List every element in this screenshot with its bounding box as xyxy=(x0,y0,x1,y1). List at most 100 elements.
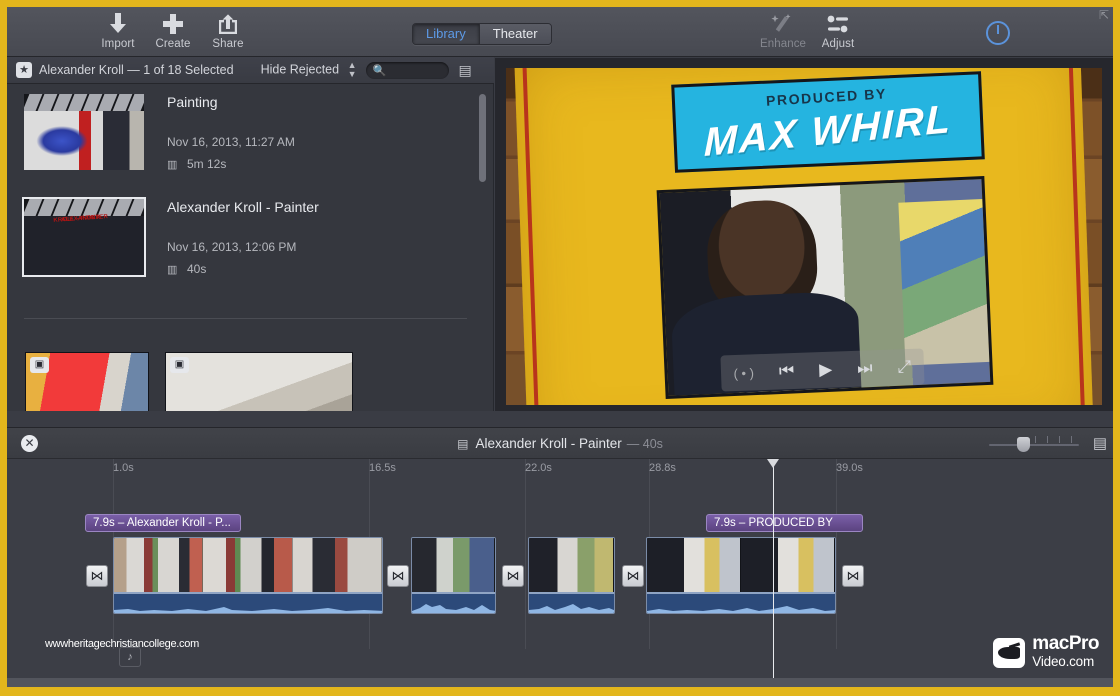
clip-audio-waveform xyxy=(114,592,382,613)
event-name: Painting xyxy=(167,94,467,110)
hide-rejected-label: Hide Rejected xyxy=(261,62,340,76)
clip-title-label[interactable]: 7.9s – Alexander Kroll - P... xyxy=(85,514,241,532)
event-date: Nov 16, 2013, 11:27 AM xyxy=(167,135,295,149)
list-divider xyxy=(24,318,467,319)
ruler-tick-label: 22.0s xyxy=(525,462,552,474)
rewind-icon[interactable]: ⏮ xyxy=(778,361,794,382)
library-header: ★ Alexander Kroll — 1 of 18 Selected Hid… xyxy=(7,57,494,84)
adjust-button[interactable]: Adjust xyxy=(807,11,869,55)
clip-video-thumbnails xyxy=(529,538,614,592)
clip-video-thumbnails xyxy=(114,538,382,592)
ruler-tick-label: 1.0s xyxy=(113,462,134,474)
timeline-clip[interactable] xyxy=(411,537,496,614)
music-note-icon[interactable]: ♪ xyxy=(119,647,141,667)
timeline-horizontal-scrollbar[interactable] xyxy=(7,678,1113,687)
ruler-tick-label: 16.5s xyxy=(369,462,396,474)
event-thumbnail[interactable]: ALEXANDER KROLL - PAINTER xyxy=(24,199,144,275)
enhance-label: Enhance xyxy=(760,38,806,50)
library-title: Alexander Kroll — 1 of 18 Selected xyxy=(39,63,234,77)
zoom-slider-knob[interactable] xyxy=(1017,437,1030,452)
library-event-list[interactable]: Painting Nov 16, 2013, 11:27 AM ▥ 5m 12s… xyxy=(7,84,494,411)
transition-icon[interactable]: ⋈ xyxy=(842,565,864,587)
tab-theater[interactable]: Theater xyxy=(479,24,551,44)
ruler-tick-label: 39.0s xyxy=(836,462,863,474)
hide-rejected-dropdown[interactable]: Hide Rejected ▲▼ xyxy=(261,61,357,79)
search-input[interactable]: 🔍 xyxy=(366,62,449,79)
timeline-clip[interactable] xyxy=(113,537,383,614)
zoom-slider-track xyxy=(989,444,1079,446)
main-toolbar: Import Create Share Library Theater xyxy=(7,7,1113,57)
playhead[interactable] xyxy=(773,459,774,687)
clip-audio-waveform xyxy=(529,592,614,613)
clip-video-thumbnails xyxy=(412,538,495,592)
timeline-zoom-slider[interactable] xyxy=(989,435,1079,451)
timeline-clip[interactable] xyxy=(646,537,836,614)
search-icon: 🔍 xyxy=(372,64,386,77)
project-title-bar: ▤ Alexander Kroll - Painter — 40s xyxy=(7,436,1113,451)
import-label: Import xyxy=(101,38,134,50)
loop-icon[interactable]: ( • ) xyxy=(733,365,754,381)
transition-icon[interactable]: ⋈ xyxy=(86,565,108,587)
plus-icon xyxy=(162,11,184,37)
play-icon[interactable]: ▶ xyxy=(818,360,832,380)
timeline-ruler[interactable]: 1.0s 16.5s 22.0s 28.8s 39.0s xyxy=(7,459,1113,481)
share-box-icon xyxy=(217,11,239,37)
magic-wand-icon xyxy=(771,11,795,37)
adjust-label: Adjust xyxy=(822,38,855,50)
star-badge-icon: ★ xyxy=(16,62,32,78)
library-scrollbar[interactable] xyxy=(479,94,486,182)
video-preview[interactable]: PRODUCED BY MAX WHIRL ( • ) ⏮ ▶ ⏭ ⤢ xyxy=(495,58,1113,411)
library-theater-toggle[interactable]: Library Theater xyxy=(412,23,552,45)
library-divider-line xyxy=(493,84,494,411)
download-arrow-icon xyxy=(108,11,128,37)
create-label: Create xyxy=(155,38,190,50)
create-button[interactable]: Create xyxy=(142,11,204,55)
photo-thumbnail[interactable]: ▣ xyxy=(25,352,149,411)
event-preview-image xyxy=(24,111,144,170)
event-meta: Alexander Kroll - Painter Nov 16, 2013, … xyxy=(167,199,467,215)
filmstrip-small-icon: ▥ xyxy=(167,158,177,171)
project-title: Alexander Kroll - Painter xyxy=(475,436,621,451)
share-label: Share xyxy=(212,38,243,50)
clip-title-label[interactable]: 7.9s – PRODUCED BY xyxy=(706,514,863,532)
import-button[interactable]: Import xyxy=(87,11,149,55)
ruler-tick-label: 28.8s xyxy=(649,462,676,474)
playback-controls[interactable]: ( • ) ⏮ ▶ ⏭ ⤢ xyxy=(720,349,924,392)
camera-icon: ▣ xyxy=(30,357,49,373)
title-card: PRODUCED BY MAX WHIRL xyxy=(671,71,984,172)
timeline-toolbar: ✕ ▤Alexander Kroll - Painter— 40s ▤ xyxy=(7,427,1113,459)
timeline[interactable]: 1.0s 16.5s 22.0s 28.8s 39.0s xyxy=(7,459,1113,687)
clapperboard-icon xyxy=(24,94,144,111)
logo-line2: Video.com xyxy=(1032,654,1094,669)
transition-icon[interactable]: ⋈ xyxy=(387,565,409,587)
event-meta: Painting Nov 16, 2013, 11:27 AM ▥ 5m 12s xyxy=(167,94,467,110)
fullscreen-icon[interactable]: ⤢ xyxy=(897,357,911,377)
video-frame: PRODUCED BY MAX WHIRL ( • ) ⏮ ▶ ⏭ ⤢ xyxy=(506,68,1102,405)
photo-thumbnail[interactable]: ▣ xyxy=(165,352,353,411)
resize-corner-icon[interactable]: ⇱ xyxy=(1099,9,1111,21)
filmstrip-icon: ▤ xyxy=(457,437,468,451)
filmstrip-icon[interactable]: ▤ xyxy=(458,62,471,79)
logo-line1: macPro xyxy=(1032,633,1099,654)
macprovideo-logo-icon: macPro Video.com xyxy=(993,634,1099,671)
tab-library[interactable]: Library xyxy=(413,24,479,44)
project-duration: — 40s xyxy=(627,437,663,451)
transition-icon[interactable]: ⋈ xyxy=(502,565,524,587)
filmstrip-zoom-icon[interactable]: ▤ xyxy=(1093,434,1107,452)
painting-artwork xyxy=(898,199,989,365)
clip-audio-waveform xyxy=(647,592,835,613)
stepper-updown-icon: ▲▼ xyxy=(348,61,357,79)
event-duration: 40s xyxy=(187,262,206,276)
timeline-clip[interactable] xyxy=(528,537,615,614)
camera-icon: ▣ xyxy=(170,357,189,373)
clip-video-thumbnails xyxy=(647,538,835,592)
transition-icon[interactable]: ⋈ xyxy=(622,565,644,587)
event-date: Nov 16, 2013, 12:06 PM xyxy=(167,240,296,254)
sliders-icon xyxy=(825,11,851,37)
title-name: MAX WHIRL xyxy=(704,97,952,166)
fast-forward-icon[interactable]: ⏭ xyxy=(856,358,872,379)
enhance-button[interactable]: Enhance xyxy=(752,11,814,55)
share-button[interactable]: Share xyxy=(197,11,259,55)
event-thumbnail[interactable] xyxy=(24,94,144,170)
clip-audio-waveform xyxy=(412,592,495,613)
